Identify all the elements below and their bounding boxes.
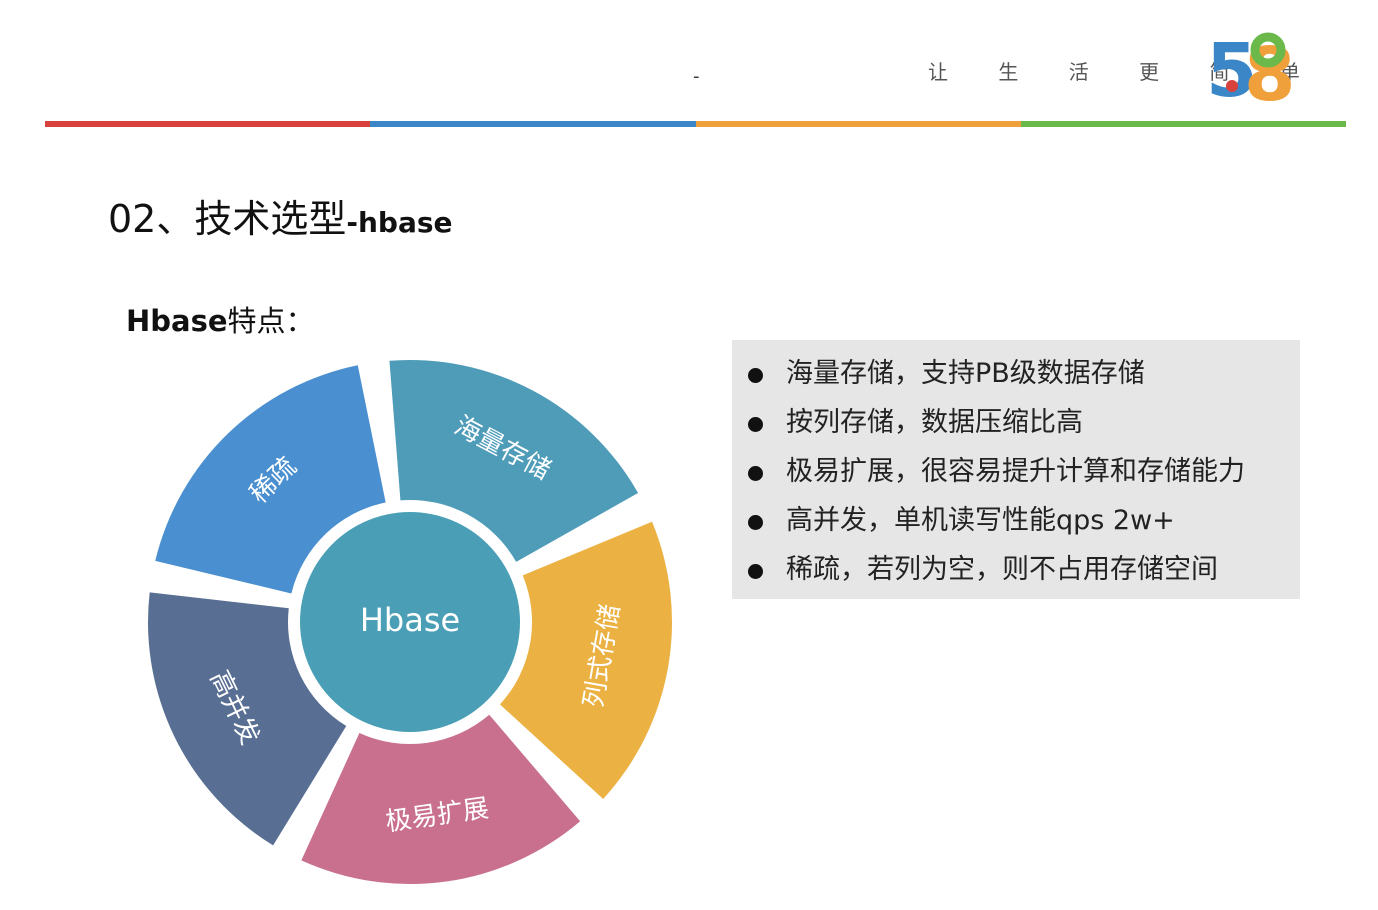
- hbase-feature-wheel: 海量存储列式存储极易扩展高并发稀疏Hbase: [148, 360, 672, 884]
- bar-red: [45, 121, 371, 127]
- subtitle-cn: 特点：: [227, 304, 315, 338]
- feature-item: 极易扩展，很容易提升计算和存储能力: [732, 452, 1300, 501]
- feature-item: 高并发，单机读写性能qps 2w+: [732, 501, 1300, 550]
- feature-item: 海量存储，支持PB级数据存储: [732, 354, 1300, 403]
- bullet-icon: [748, 368, 763, 383]
- brand-logo: 5 8: [1206, 30, 1296, 108]
- feature-text: 高并发，单机读写性能qps 2w+: [786, 505, 1175, 536]
- bullet-icon: [748, 564, 763, 579]
- page-title-sub: -hbase: [346, 206, 453, 239]
- subtitle-en: Hbase: [126, 304, 228, 338]
- feature-list: 海量存储，支持PB级数据存储 按列存储，数据压缩比高极易扩展，很容易提升计算和存储…: [732, 340, 1300, 599]
- header-color-bar: [45, 121, 1346, 127]
- bullet-icon: [748, 466, 763, 481]
- page-title-main: 02、技术选型: [108, 197, 347, 241]
- bar-blue: [370, 121, 696, 127]
- feature-panel: 海量存储，支持PB级数据存储 按列存储，数据压缩比高极易扩展，很容易提升计算和存储…: [732, 340, 1300, 599]
- bar-orange: [695, 121, 1021, 127]
- bullet-icon: [748, 417, 763, 432]
- logo-eight: 8: [1244, 32, 1296, 108]
- feature-item: 按列存储，数据压缩比高: [732, 403, 1300, 452]
- feature-text: 按列存储，数据压缩比高: [786, 407, 1083, 438]
- section-subtitle: Hbase特点：: [126, 298, 315, 340]
- feature-item: 稀疏，若列为空，则不占用存储空间: [732, 550, 1300, 599]
- page-title: 02、技术选型-hbase: [108, 188, 453, 243]
- wheel-center-label: Hbase: [360, 601, 460, 639]
- bar-green: [1020, 121, 1346, 127]
- feature-text: 极易扩展，很容易提升计算和存储能力: [786, 456, 1245, 487]
- feature-text: 海量存储，支持PB级数据存储: [786, 358, 1145, 389]
- bullet-icon: [748, 515, 763, 530]
- feature-text: 稀疏，若列为空，则不占用存储空间: [786, 554, 1218, 585]
- header-dash: -: [693, 66, 700, 87]
- logo-accent-dot: [1226, 80, 1238, 92]
